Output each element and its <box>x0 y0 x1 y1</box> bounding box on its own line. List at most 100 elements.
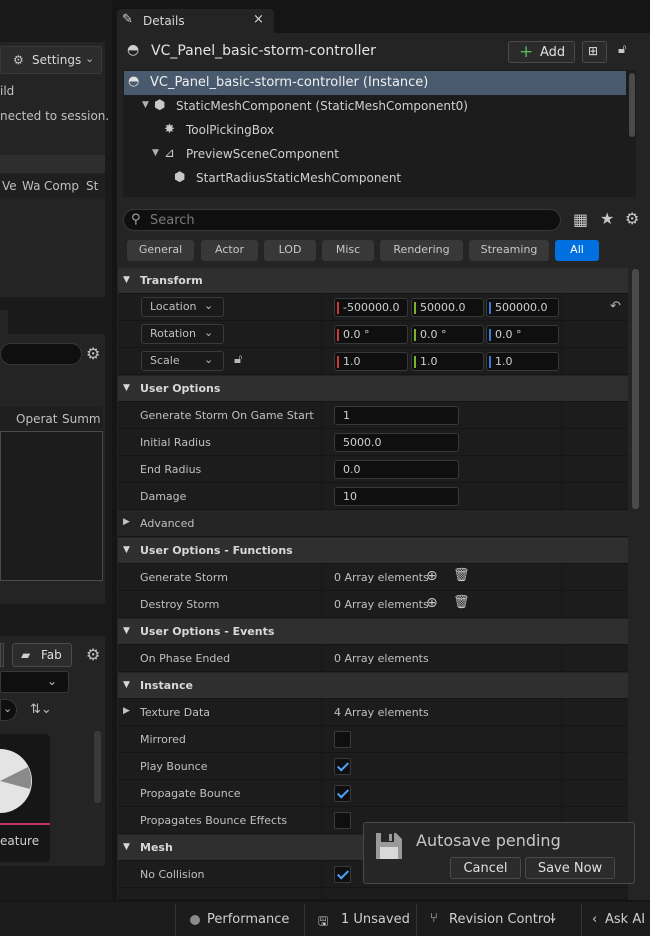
row-advanced[interactable]: ▶ Advanced <box>118 510 628 537</box>
blueprint-button[interactable]: ⊞ <box>582 41 607 63</box>
col-header[interactable]: Operat <box>16 412 57 426</box>
col-header[interactable]: Comp <box>44 179 79 193</box>
chevron-down-icon: ⌄ <box>204 326 214 339</box>
filter-rendering[interactable]: Rendering <box>380 240 463 261</box>
chevron-down-icon: ⌄ <box>85 52 95 65</box>
chevron-down-icon[interactable]: ▼ <box>142 100 149 110</box>
tree-item-instance[interactable]: ◓ VC_Panel_basic-storm-controller (Insta… <box>124 71 626 95</box>
row-rotation: Rotation ⌄ 0.0 ° 0.0 ° 0.0 ° <box>118 321 628 348</box>
star-icon[interactable]: ★ <box>600 209 614 228</box>
row-initial-radius: Initial Radius 5000.0 <box>118 429 628 456</box>
propagates-bounce-effects-checkbox[interactable] <box>334 812 351 829</box>
tree-item-toolpicking[interactable]: ✸ ToolPickingBox <box>124 119 626 143</box>
save-now-button[interactable]: Save Now <box>525 857 615 879</box>
col-header[interactable]: Summ <box>62 412 101 426</box>
row-damage: Damage 10 <box>118 483 628 510</box>
trash-icon[interactable]: 🗑︎ <box>453 595 470 610</box>
tab-title: Details <box>143 14 185 28</box>
cancel-button[interactable]: Cancel <box>450 857 521 879</box>
mirrored-checkbox[interactable] <box>334 731 351 748</box>
filter-all[interactable]: All <box>555 240 599 261</box>
tree-item-previewscene[interactable]: ▼ ⊿ PreviewSceneComponent <box>124 143 626 167</box>
section-events[interactable]: ▼ User Options - Events <box>118 619 628 645</box>
scale-y-field[interactable]: 1.0 <box>411 352 484 371</box>
rotation-x-field[interactable]: 0.0 ° <box>334 325 408 344</box>
search-placeholder: Search <box>150 213 195 228</box>
chevron-down-icon: ▼ <box>123 626 130 636</box>
reset-arrow-icon[interactable]: ↶ <box>610 299 621 314</box>
scale-label: Scale <box>150 354 180 367</box>
gear-icon[interactable]: ⚙ <box>86 344 100 363</box>
damage-field[interactable]: 10 <box>334 487 459 506</box>
col-header[interactable]: Wa <box>22 179 40 193</box>
scale-z-field[interactable]: 1.0 <box>486 352 559 371</box>
propagate-bounce-checkbox[interactable] <box>334 785 351 802</box>
rotation-z-field[interactable]: 0.0 ° <box>486 325 559 344</box>
add-button[interactable]: + Add <box>508 41 575 63</box>
left-scrollbar[interactable] <box>94 731 101 803</box>
chevron-right-icon[interactable]: ▶ <box>123 706 130 716</box>
section-instance[interactable]: ▼ Instance <box>118 673 628 699</box>
divider <box>321 780 322 806</box>
tab-details[interactable]: ✎ Details × <box>117 9 274 33</box>
section-user-options[interactable]: ▼ User Options <box>118 376 628 402</box>
left-tab[interactable] <box>0 310 8 334</box>
filter-general[interactable]: General <box>127 240 194 261</box>
generate-storm-on-start-field[interactable]: 1 <box>334 406 459 425</box>
left-search-input[interactable] <box>0 343 82 365</box>
filter-streaming[interactable]: Streaming <box>469 240 549 261</box>
divider <box>321 645 322 671</box>
rotation-dropdown[interactable]: Rotation ⌄ <box>141 324 224 344</box>
property-label: Initial Radius <box>140 436 211 449</box>
location-dropdown[interactable]: Location ⌄ <box>141 297 224 317</box>
revision-control-button[interactable]: ⑂ Revision Control ⌄ <box>430 904 570 936</box>
rotation-y-field[interactable]: 0.0 ° <box>411 325 484 344</box>
settings-button[interactable]: ⚙ Settings ⌄ <box>0 46 102 74</box>
scale-dropdown[interactable]: Scale ⌄ <box>141 351 224 371</box>
tree-item-staticmesh[interactable]: ▼ ⬢ StaticMeshComponent (StaticMeshCompo… <box>124 95 626 119</box>
location-y-field[interactable]: 50000.0 <box>411 298 484 317</box>
gear-icon[interactable]: ⚙ <box>86 645 100 664</box>
section-transform[interactable]: ▼ Transform <box>118 268 628 294</box>
fab-button[interactable]: ▰ Fab <box>12 643 72 667</box>
details-scrollbar[interactable] <box>632 269 639 509</box>
play-bounce-checkbox[interactable] <box>334 758 351 775</box>
location-z-field[interactable]: 500000.0 <box>486 298 559 317</box>
unlock-icon[interactable]: 🔓︎ <box>234 352 242 367</box>
col-header[interactable]: St <box>86 179 98 193</box>
add-element-icon[interactable]: ⊕ <box>426 595 438 611</box>
tree-scrollbar[interactable] <box>629 73 635 137</box>
left-dropdown[interactable]: ⌄ <box>0 671 69 693</box>
lock-icon[interactable]: 🔓︎ <box>618 42 626 57</box>
cube-icon: ⬢ <box>154 98 166 113</box>
location-x-field[interactable]: -500000.0 <box>334 298 408 317</box>
end-radius-field[interactable]: 0.0 <box>334 460 459 479</box>
chevron-down-icon: ▼ <box>123 842 130 852</box>
close-icon[interactable]: × <box>253 12 264 27</box>
section-functions[interactable]: ▼ User Options - Functions <box>118 538 628 564</box>
actor-icon: ◓ <box>128 74 140 89</box>
property-label: Propagate Bounce <box>140 787 241 800</box>
property-label: Generate Storm On Game Start <box>140 409 314 422</box>
table-view-icon[interactable]: ▦ <box>573 210 588 229</box>
initial-radius-field[interactable]: 5000.0 <box>334 433 459 452</box>
filter-lod[interactable]: LOD <box>264 240 316 261</box>
search-input[interactable]: ⚲ Search <box>123 209 561 231</box>
left-button-stub[interactable] <box>0 643 4 667</box>
hierarchy-icon: ⊞ <box>588 44 599 58</box>
scale-x-field[interactable]: 1.0 <box>334 352 408 371</box>
add-element-icon[interactable]: ⊕ <box>426 568 438 584</box>
filter-actor[interactable]: Actor <box>201 240 258 261</box>
trash-icon[interactable]: 🗑︎ <box>453 568 470 583</box>
asset-tile[interactable]: eature <box>0 734 50 862</box>
no-collision-checkbox[interactable] <box>334 866 351 883</box>
filter-misc[interactable]: Misc <box>322 240 374 261</box>
tree-item-startradius[interactable]: ⬢ StartRadiusStaticMeshComponent <box>124 167 626 191</box>
divider <box>321 321 322 347</box>
chevron-down-icon[interactable]: ▼ <box>152 148 159 158</box>
divider <box>321 294 322 320</box>
cube-icon: ⬢ <box>174 170 186 185</box>
col-header[interactable]: Ve <box>2 179 17 193</box>
gear-icon[interactable]: ⚙ <box>625 209 639 228</box>
sort-icon[interactable]: ⇅⌄ <box>30 702 52 717</box>
